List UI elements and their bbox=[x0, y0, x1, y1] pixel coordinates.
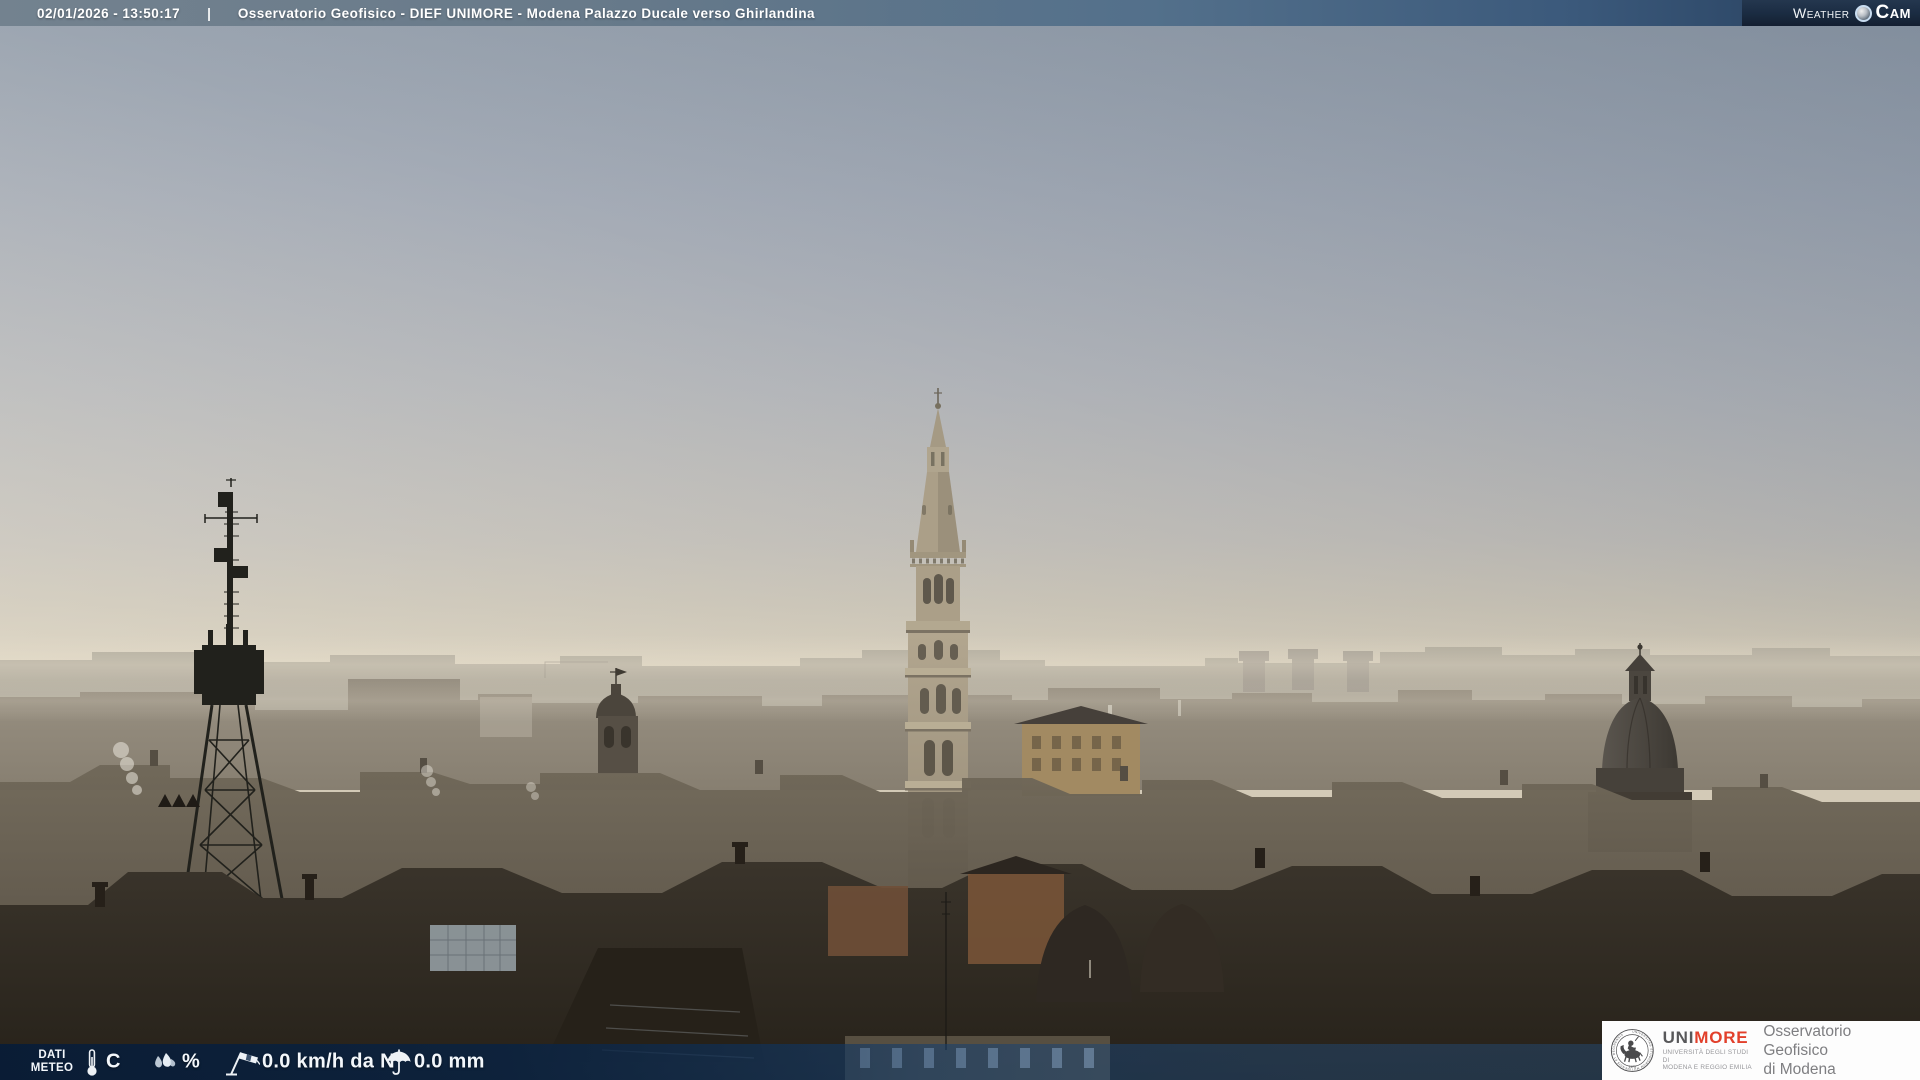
weathercam-cam-label: Cam bbox=[1875, 2, 1911, 23]
meteo-label: DATI METEO bbox=[20, 1049, 84, 1075]
header-bar: 02/01/2026 - 13:50:17 | Osservatorio Geo… bbox=[0, 0, 1920, 26]
timestamp: 02/01/2026 - 13:50:17 bbox=[37, 5, 181, 21]
water-drops-icon bbox=[155, 1053, 176, 1068]
unimore-uni-text: UNI bbox=[1662, 1028, 1695, 1048]
unimore-subtitle-line1: UNIVERSITÀ DEGLI STUDI DI bbox=[1662, 1049, 1749, 1064]
temperature-value: C bbox=[106, 1050, 121, 1073]
observatory-name-line2: di Modena bbox=[1763, 1061, 1836, 1078]
page-title: Osservatorio Geofisico - DIEF UNIMORE - … bbox=[237, 5, 816, 21]
unimore-more-text: MORE bbox=[1694, 1028, 1749, 1048]
meteo-label-line2: METEO bbox=[30, 1062, 74, 1074]
observatory-name-line1: Osservatorio Geofisico bbox=[1763, 1023, 1852, 1059]
thermometer-icon bbox=[87, 1049, 97, 1076]
header-separator: | bbox=[207, 5, 211, 21]
unimore-wordmark: UNIMORE UNIVERSITÀ DEGLI STUDI DI MODENA… bbox=[1663, 1029, 1753, 1072]
weathercam-lens-icon bbox=[1854, 4, 1872, 22]
umbrella-icon bbox=[387, 1049, 411, 1075]
wind-value: 0.0 km/h da N bbox=[262, 1050, 395, 1073]
seal-year: 1175 bbox=[1629, 1065, 1636, 1069]
unimore-seal-icon: UNIVERSITAS STUDIORUM MUTINENSIS ET REGI… bbox=[1610, 1029, 1654, 1072]
humidity-value: % bbox=[182, 1050, 201, 1073]
weathercam-weather-label: Weather bbox=[1793, 5, 1850, 21]
rain-value: 0.0 mm bbox=[414, 1050, 485, 1073]
webcam-photo bbox=[0, 0, 1920, 1080]
unimore-subtitle-line2: MODENA E REGGIO EMILIA bbox=[1662, 1064, 1752, 1072]
meteo-label-line1: DATI bbox=[38, 1049, 66, 1061]
webcam-page: 02/01/2026 - 13:50:17 | Osservatorio Geo… bbox=[0, 0, 1920, 1080]
observatory-name: Osservatorio Geofisico di Modena bbox=[1763, 1022, 1912, 1079]
humidity-placeholder: _ bbox=[203, 1064, 213, 1080]
weathercam-logo[interactable]: Weather Cam bbox=[1742, 0, 1920, 26]
unimore-branding-box[interactable]: UNIVERSITAS STUDIORUM MUTINENSIS ET REGI… bbox=[1602, 1021, 1920, 1080]
windsock-icon bbox=[226, 1052, 260, 1076]
